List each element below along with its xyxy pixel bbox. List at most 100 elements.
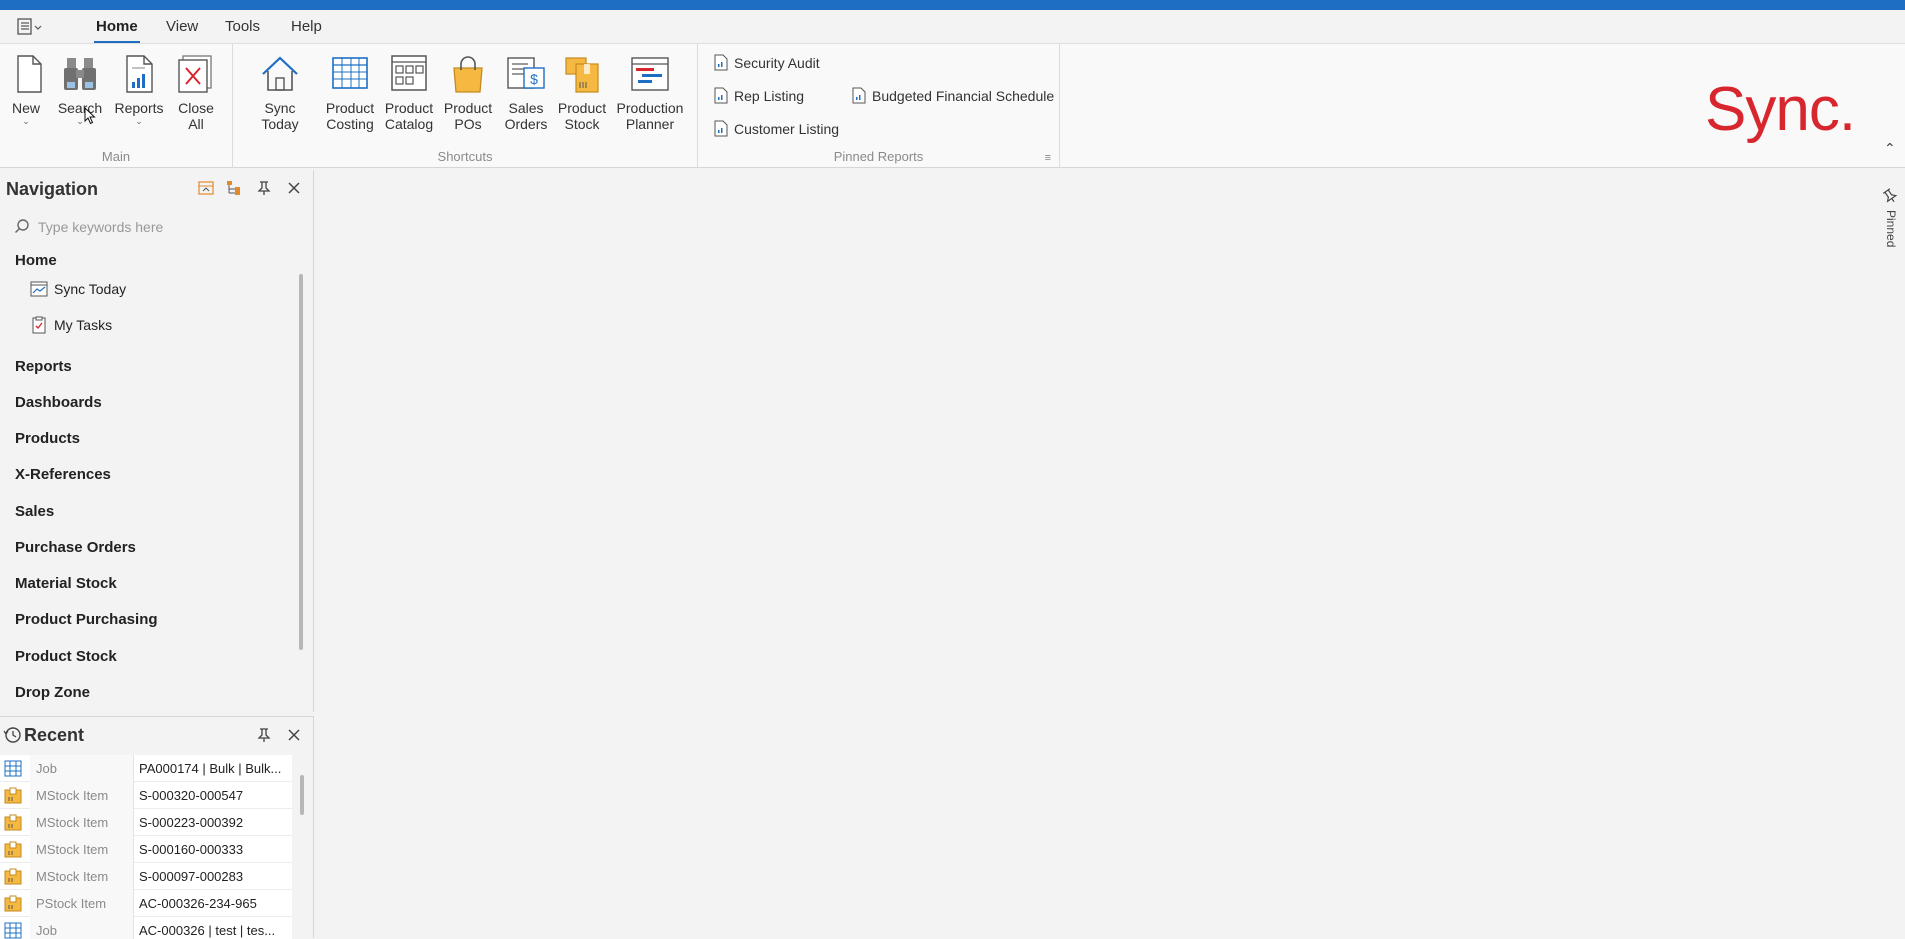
nav-section-dashboards[interactable]: Dashboards bbox=[15, 394, 102, 411]
navigation-tree: Home Sync Today My Tasks Reports Dashboa… bbox=[0, 250, 300, 710]
pinned-report-budgeted-financial-schedule[interactable]: Budgeted Financial Schedule bbox=[852, 87, 1054, 104]
product-pos-button-label: Product POs bbox=[443, 100, 493, 132]
stock-box-icon bbox=[4, 895, 22, 912]
stock-box-icon bbox=[4, 814, 22, 831]
reports-button[interactable]: Reports ⌄ bbox=[114, 52, 164, 126]
chart-window-icon bbox=[30, 281, 48, 297]
catalog-icon bbox=[391, 55, 427, 91]
recent-row-value: S-000097-000283 bbox=[139, 869, 244, 884]
nav-section-sales[interactable]: Sales bbox=[15, 503, 54, 520]
chevron-down-icon: ⌄ bbox=[135, 116, 143, 126]
recent-row-type: MStock Item bbox=[30, 836, 134, 863]
tab-home[interactable]: Home bbox=[94, 18, 140, 44]
navigation-search bbox=[0, 212, 314, 242]
sync-today-button[interactable]: Sync Today bbox=[245, 52, 315, 132]
recent-row[interactable]: MStock Item S-000160-000333 bbox=[0, 836, 292, 863]
product-costing-button[interactable]: Product Costing bbox=[325, 52, 375, 132]
collapse-all-icon[interactable] bbox=[198, 180, 214, 196]
close-all-icon bbox=[178, 55, 212, 93]
recent-row-value: AC-000326-234-965 bbox=[139, 896, 257, 911]
ribbon-group-label: Main bbox=[101, 149, 131, 164]
close-all-button[interactable]: Close All bbox=[174, 52, 218, 132]
search-icon bbox=[14, 219, 29, 234]
brand-logo: Sync. bbox=[1705, 75, 1856, 144]
group-launcher-icon[interactable]: ≡ bbox=[1045, 152, 1051, 164]
pinned-report-security-audit[interactable]: Security Audit bbox=[714, 54, 820, 71]
pin-icon[interactable] bbox=[256, 180, 272, 196]
binoculars-icon bbox=[64, 58, 96, 90]
production-planner-button[interactable]: Production Planner bbox=[615, 52, 685, 132]
product-pos-button[interactable]: Product POs bbox=[443, 52, 493, 132]
recent-row[interactable]: PStock Item AC-000326-234-965 bbox=[0, 890, 292, 917]
search-button[interactable]: Search ⌄ bbox=[56, 52, 104, 126]
nav-item-my-tasks[interactable]: My Tasks bbox=[30, 316, 112, 334]
menu-bar: Home View Tools Help bbox=[0, 10, 1905, 44]
nav-section-purchase-orders[interactable]: Purchase Orders bbox=[15, 539, 136, 556]
search-input[interactable] bbox=[38, 216, 298, 238]
product-stock-button[interactable]: Product Stock bbox=[557, 52, 607, 132]
report-document-icon bbox=[714, 120, 728, 137]
recent-row-type: Job bbox=[30, 755, 134, 782]
recent-row[interactable]: Job AC-000326 | test | tes... bbox=[0, 917, 292, 939]
pin-icon bbox=[1882, 188, 1898, 203]
recent-row[interactable]: MStock Item S-000320-000547 bbox=[0, 782, 292, 809]
nav-section-product-purchasing[interactable]: Product Purchasing bbox=[15, 611, 158, 628]
ribbon-group-main: New ⌄ Search ⌄ Reports ⌄ Close All Main bbox=[0, 44, 233, 168]
clipboard-check-icon bbox=[32, 316, 46, 334]
recent-panel: Recent Job PA000174 | Bulk | Bulk... MSt… bbox=[0, 716, 314, 939]
nav-section-drop-zone[interactable]: Drop Zone bbox=[15, 684, 90, 701]
report-document-icon bbox=[714, 87, 728, 104]
app-menu-button[interactable] bbox=[16, 16, 46, 38]
recent-row[interactable]: MStock Item S-000097-000283 bbox=[0, 863, 292, 890]
nav-section-home[interactable]: Home bbox=[15, 252, 57, 269]
navigation-scrollbar[interactable] bbox=[299, 274, 303, 650]
boxes-icon bbox=[565, 57, 599, 93]
ribbon: New ⌄ Search ⌄ Reports ⌄ Close All Main … bbox=[0, 43, 1905, 168]
shopping-bag-icon bbox=[453, 56, 483, 93]
product-catalog-button[interactable]: Product Catalog bbox=[384, 52, 434, 132]
close-icon[interactable] bbox=[286, 180, 302, 196]
nav-section-reports[interactable]: Reports bbox=[15, 358, 72, 375]
product-catalog-button-label: Product Catalog bbox=[384, 100, 434, 132]
pin-icon[interactable] bbox=[256, 727, 272, 743]
product-stock-button-label: Product Stock bbox=[557, 100, 607, 132]
navigation-title: Navigation bbox=[6, 179, 99, 199]
history-icon bbox=[3, 727, 21, 743]
chevron-down-icon: ⌄ bbox=[22, 116, 30, 126]
search-button-label: Search bbox=[57, 100, 103, 116]
nav-item-sync-today[interactable]: Sync Today bbox=[30, 281, 126, 297]
recent-row[interactable]: MStock Item S-000223-000392 bbox=[0, 809, 292, 836]
report-chart-icon bbox=[126, 55, 153, 93]
tab-tools[interactable]: Tools bbox=[225, 18, 260, 35]
ribbon-group-shortcuts: Sync Today Product Costing Product Catal… bbox=[233, 44, 698, 168]
recent-row[interactable]: Job PA000174 | Bulk | Bulk... bbox=[0, 755, 292, 782]
pinned-report-label: Rep Listing bbox=[734, 87, 805, 104]
app-menu-icon bbox=[17, 18, 42, 35]
job-grid-icon bbox=[4, 760, 22, 777]
ribbon-group-label: Pinned Reports bbox=[833, 149, 924, 164]
close-icon[interactable] bbox=[286, 727, 302, 743]
tab-help[interactable]: Help bbox=[291, 18, 322, 35]
recent-row-value: S-000223-000392 bbox=[139, 815, 244, 830]
pinned-report-label: Budgeted Financial Schedule bbox=[872, 87, 1055, 104]
sales-orders-button[interactable]: $ Sales Orders bbox=[501, 52, 551, 132]
pinned-side-tab[interactable]: Pinned bbox=[1878, 188, 1902, 258]
sync-today-button-label: Sync Today bbox=[261, 100, 299, 132]
ribbon-group-label: Shortcuts bbox=[437, 149, 493, 164]
report-document-icon bbox=[852, 87, 866, 104]
ribbon-collapse-icon[interactable]: ⌃ bbox=[1884, 140, 1896, 157]
stock-box-icon bbox=[4, 787, 22, 804]
tree-expand-icon[interactable] bbox=[226, 180, 242, 196]
nav-section-product-stock[interactable]: Product Stock bbox=[15, 648, 117, 665]
new-button[interactable]: New ⌄ bbox=[6, 52, 46, 126]
close-all-button-label: Close All bbox=[178, 100, 214, 132]
report-document-icon bbox=[714, 54, 728, 71]
recent-scrollbar[interactable] bbox=[300, 775, 304, 815]
pinned-report-rep-listing[interactable]: Rep Listing bbox=[714, 87, 804, 104]
recent-list: Job PA000174 | Bulk | Bulk... MStock Ite… bbox=[0, 755, 292, 939]
tab-view[interactable]: View bbox=[166, 18, 198, 35]
nav-section-material-stock[interactable]: Material Stock bbox=[15, 575, 117, 592]
nav-section-products[interactable]: Products bbox=[15, 430, 80, 447]
pinned-report-customer-listing[interactable]: Customer Listing bbox=[714, 120, 839, 137]
nav-section-x-references[interactable]: X-References bbox=[15, 466, 111, 483]
